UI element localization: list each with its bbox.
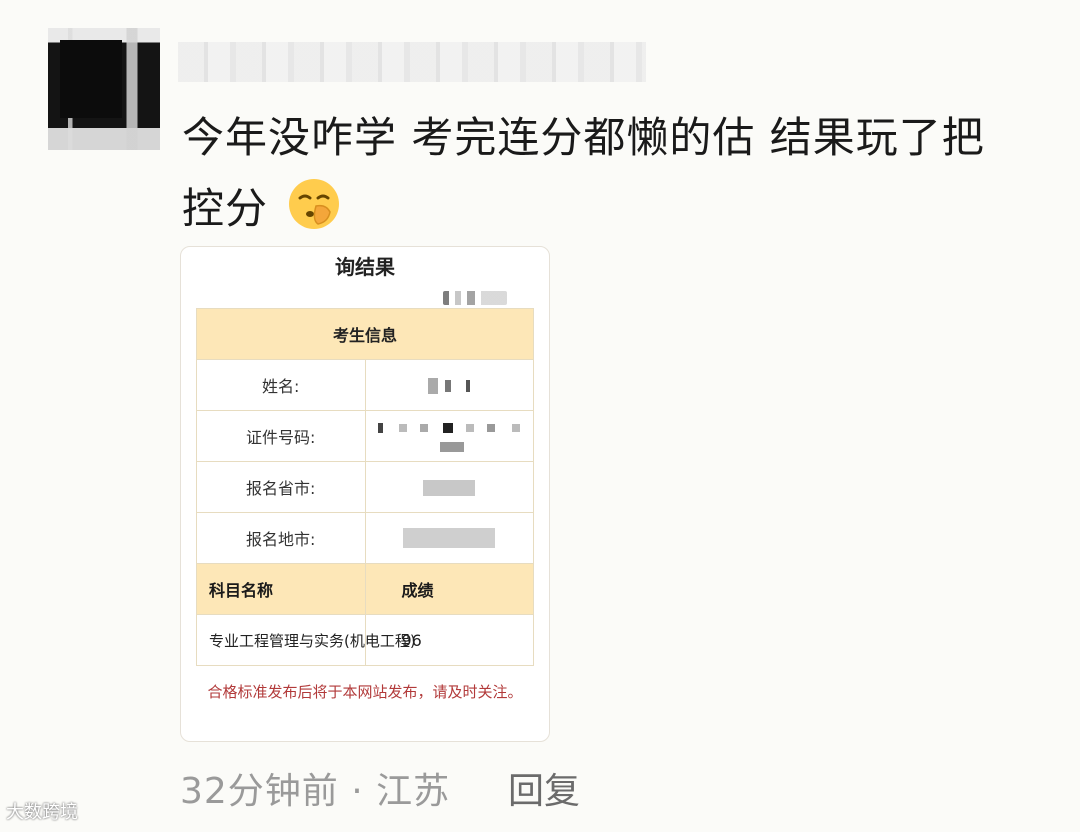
watermark: 大数跨境 [6,802,78,823]
field-label-id: 证件号码: [196,410,366,462]
avatar-pixel [60,40,122,118]
post-text-line1: 今年没咋学 考完连分都懒的估 结果玩了把 [182,113,985,162]
info-table: 考生信息 姓名: 证件号码: 报名省市: 报名地市: 科目名称 成绩 专业工程管… [196,308,534,666]
result-row: 专业工程管理与实务(机电工程) 96 [196,614,534,666]
subject-header: 科目名称 [196,563,366,615]
blurred-text [443,291,507,305]
username-blurred[interactable] [178,42,646,82]
field-value-province [364,461,534,513]
score-card: 询结果 考生信息 姓名: 证件号码: 报名省市: 报名地市: 科目名称 成绩 专… [180,246,550,742]
field-label-province: 报名省市: [196,461,366,513]
table-row: 报名地市: [196,512,534,564]
separator-dot: · [351,771,364,812]
field-label-city: 报名地市: [196,512,366,564]
field-value-name [364,359,534,411]
table-row: 证件号码: [196,410,534,462]
shushing-face-icon [286,176,342,232]
post-text: 今年没咋学 考完连分都懒的估 结果玩了把 控分 [182,102,1042,244]
post-meta: 32分钟前 · 江苏 [180,762,450,814]
field-value-id [364,410,534,462]
section-header-row: 考生信息 [196,308,534,360]
field-value-city [364,512,534,564]
table-row: 姓名: [196,359,534,411]
post-location: 江苏 [376,771,451,812]
card-title: 询结果 [335,255,395,279]
table-row: 报名省市: [196,461,534,513]
post-time: 32分钟前 [180,771,339,812]
reply-button[interactable]: 回复 [508,762,580,814]
section-header: 考生信息 [196,308,534,360]
result-subject: 专业工程管理与实务(机电工程) [196,614,416,666]
post-text-line2: 控分 [182,184,269,233]
score-header: 成绩 [364,563,534,615]
notice-text: 合格标准发布后将于本网站发布，请及时关注。 [207,683,523,701]
field-label-name: 姓名: [196,359,366,411]
subject-header-row: 科目名称 成绩 [196,563,534,615]
